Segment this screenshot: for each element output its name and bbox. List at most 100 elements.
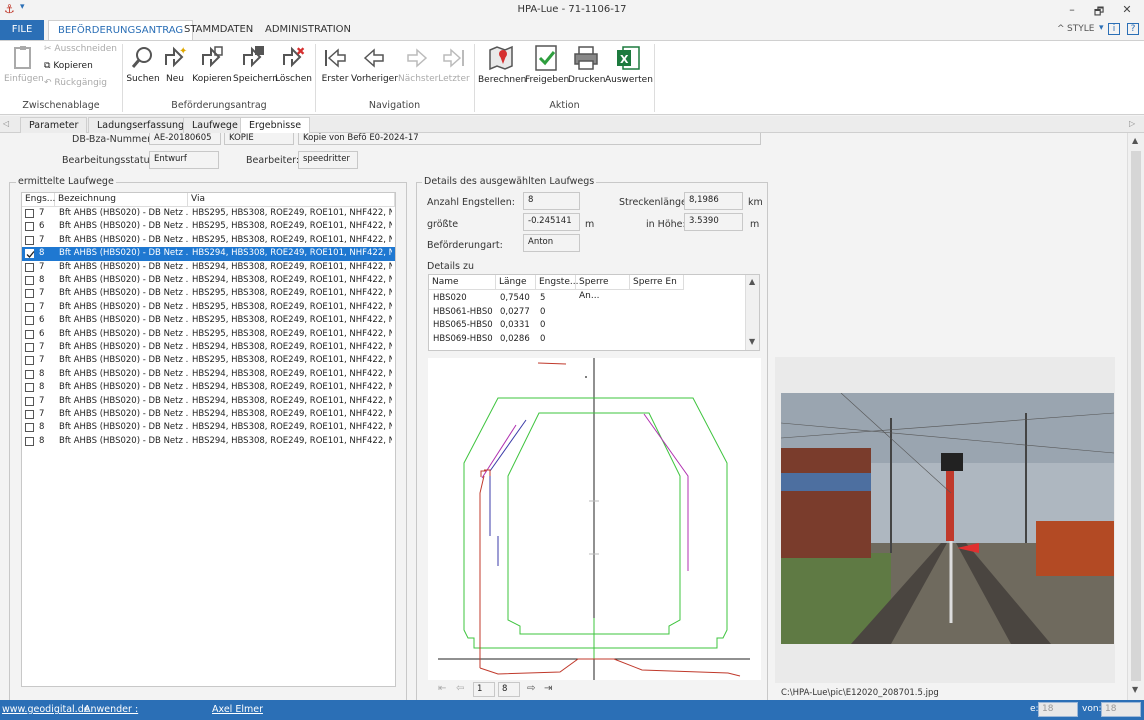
column-header-sperre-an[interactable]: Sperre An... — [576, 275, 630, 301]
table-row[interactable]: 8 Bft AHBS (HBS020) - DB Netz ... HBS294, … — [22, 274, 395, 287]
print-button[interactable]: Drucken — [568, 44, 605, 85]
details-scrollbar[interactable]: ▲ ▼ — [745, 275, 759, 350]
table-row[interactable]: 8 Bft AHBS (HBS020) - DB Netz ... HBS294, … — [22, 381, 395, 394]
scroll-up-icon[interactable]: ▲ — [1132, 136, 1138, 145]
constrictions-table[interactable]: Name Länge Engste... Sperre An... Sperre… — [428, 274, 760, 351]
pager-next-icon[interactable]: ⇨ — [527, 683, 535, 694]
description-field[interactable]: Kopie von Befö E0-2024-17 — [298, 133, 761, 145]
table-row[interactable]: 7 Bft AHBS (HBS020) - DB Netz ... HBS294, … — [22, 395, 395, 408]
table-row[interactable]: 8 Bft AHBS (HBS020) - DB Netz ... HBS294, … — [22, 421, 395, 434]
copy-clipboard-button[interactable]: ⧉ Kopieren — [44, 61, 93, 71]
release-button[interactable]: Freigeben — [525, 44, 569, 85]
column-header-sperre-en[interactable]: Sperre En — [630, 275, 684, 290]
route-checkbox[interactable] — [25, 356, 34, 366]
pager-current-field[interactable]: 1 — [473, 682, 495, 697]
tabs-scroll-right-icon[interactable]: ▷ — [1129, 119, 1135, 128]
table-row[interactable]: HBS069-HBS0 0,0286 0 — [429, 333, 745, 347]
first-button[interactable]: Erster — [320, 45, 350, 84]
table-row[interactable]: HBS020 0,7540 5 — [429, 292, 745, 306]
count-field[interactable]: 8 — [523, 192, 580, 210]
table-row[interactable]: 6 Bft AHBS (HBS020) - DB Netz ... HBS295, … — [22, 328, 395, 341]
routes-table[interactable]: Engs... Bezeichnung Via 7 Bft AHBS (HBS02… — [21, 192, 396, 687]
route-checkbox[interactable] — [25, 262, 34, 272]
pager-last-icon[interactable]: ⇥ — [544, 683, 552, 694]
table-row[interactable]: 7 Bft AHBS (HBS020) - DB Netz ... HBS295, … — [22, 207, 395, 220]
status-field[interactable]: Entwurf — [149, 151, 219, 169]
cut-button[interactable]: ✂ Ausschneiden — [44, 44, 117, 54]
table-row[interactable]: 7 Bft AHBS (HBS020) - DB Netz ... HBS295, … — [22, 287, 395, 300]
search-button[interactable]: Suchen — [126, 45, 160, 84]
scroll-up-icon[interactable]: ▲ — [749, 277, 755, 286]
route-checkbox[interactable] — [25, 276, 34, 285]
subtab-laufwege[interactable]: Laufwege — [183, 117, 247, 133]
subtab-ladungserfassung[interactable]: Ladungserfassung — [88, 117, 194, 133]
evaluate-button[interactable]: X Auswerten — [605, 44, 653, 85]
table-row[interactable]: 7 Bft AHBS (HBS020) - DB Netz ... HBS294, … — [22, 261, 395, 274]
table-row[interactable]: 8 Bft AHBS (HBS020) - DB Netz ... HBS294, … — [22, 247, 395, 261]
help-icon[interactable]: ? — [1127, 23, 1139, 35]
table-row[interactable]: 7 Bft AHBS (HBS020) - DB Netz ... HBS295, … — [22, 354, 395, 367]
route-checkbox[interactable] — [25, 302, 34, 312]
column-header-engste[interactable]: Engste... — [536, 275, 578, 290]
new-button[interactable]: ✦ Neu — [162, 45, 188, 84]
paste-button[interactable]: Einfügen — [4, 45, 44, 84]
table-row[interactable]: 7 Bft AHBS (HBS020) - DB Netz ... HBS295, … — [22, 301, 395, 314]
column-header-via[interactable]: Via — [188, 193, 395, 207]
user-name[interactable]: Axel Elmer — [212, 704, 263, 715]
table-row[interactable]: HBS061-HBS0 0,0277 0 — [429, 306, 745, 320]
route-checkbox[interactable] — [25, 329, 34, 339]
save-button[interactable]: Speichern — [233, 45, 278, 84]
tab-administration[interactable]: ADMINISTRATION — [256, 20, 360, 40]
pager-prev-icon[interactable]: ⇦ — [456, 683, 464, 694]
previous-button[interactable]: Vorheriger — [351, 45, 398, 84]
table-row[interactable]: HBS065-HBS0 0,0331 0 — [429, 319, 745, 333]
route-checkbox[interactable] — [25, 423, 34, 433]
tab-befoerderungsantrag[interactable]: BEFÖRDERUNGSANTRAG — [48, 20, 194, 40]
db-nr-field[interactable]: AE-20180605 — [149, 133, 221, 145]
tabs-scroll-left-icon[interactable]: ◁ — [3, 119, 9, 128]
route-checkbox[interactable] — [25, 369, 34, 379]
max-field[interactable]: -0.245141 — [523, 213, 580, 231]
tab-stammdaten[interactable]: STAMMDATEN — [175, 20, 262, 40]
column-header-name[interactable]: Name — [429, 275, 496, 290]
table-row[interactable]: 6 Bft AHBS (HBS020) - DB Netz ... HBS295, … — [22, 220, 395, 233]
collapse-ribbon-icon[interactable]: ^ — [1057, 24, 1065, 34]
copy-order-button[interactable]: Kopieren — [191, 45, 233, 84]
height-field[interactable]: 3.5390 — [684, 213, 743, 231]
route-checkbox[interactable] — [25, 343, 34, 352]
table-row[interactable]: 7 Bft AHBS (HBS020) - DB Netz ... HBS294, … — [22, 341, 395, 354]
copy-flag-field[interactable]: KOPIE — [224, 133, 294, 145]
pager-first-icon[interactable]: ⇤ — [438, 683, 446, 694]
editor-field[interactable]: speedritter — [298, 151, 358, 169]
route-checkbox[interactable] — [25, 289, 34, 299]
scroll-down-icon[interactable]: ▼ — [749, 337, 755, 346]
route-checkbox[interactable] — [25, 222, 34, 232]
route-checkbox[interactable] — [25, 316, 34, 326]
website-link[interactable]: www.geodigital.de — [2, 704, 90, 715]
column-header-laenge[interactable]: Länge — [496, 275, 536, 290]
table-row[interactable]: 7 Bft AHBS (HBS020) - DB Netz ... HBS294, … — [22, 408, 395, 421]
undo-button[interactable]: ↶ Rückgängig — [44, 78, 107, 88]
main-scrollbar[interactable]: ▲ ▼ — [1127, 133, 1144, 700]
table-row[interactable]: 7 Bft AHBS (HBS020) - DB Netz ... HBS295, … — [22, 234, 395, 247]
route-checkbox[interactable] — [25, 410, 34, 419]
subtab-ergebnisse[interactable]: Ergebnisse — [240, 117, 311, 133]
calculate-button[interactable]: Berechnen — [478, 44, 526, 85]
table-row[interactable]: 8 Bft AHBS (HBS020) - DB Netz ... HBS294, … — [22, 368, 395, 381]
type-field[interactable]: Anton — [523, 234, 580, 252]
style-menu[interactable]: STYLE — [1067, 24, 1094, 34]
scroll-thumb[interactable] — [1131, 151, 1141, 681]
style-dropdown-icon[interactable]: ▾ — [1099, 23, 1104, 33]
route-checkbox[interactable] — [25, 235, 34, 245]
close-button[interactable]: ✕ — [1118, 3, 1136, 16]
subtab-parameter[interactable]: Parameter — [20, 117, 88, 133]
tab-file[interactable]: FILE — [0, 20, 44, 40]
scroll-down-icon[interactable]: ▼ — [1132, 685, 1138, 694]
route-checkbox[interactable] — [25, 436, 34, 446]
column-header-bezeichnung[interactable]: Bezeichnung — [55, 193, 188, 207]
table-row[interactable]: 6 Bft AHBS (HBS020) - DB Netz ... HBS295, … — [22, 314, 395, 327]
minimize-button[interactable]: – — [1063, 3, 1081, 16]
column-header-engstellen[interactable]: Engs... — [22, 193, 55, 207]
table-row[interactable]: 8 Bft AHBS (HBS020) - DB Netz ... HBS294, … — [22, 435, 395, 448]
info-icon[interactable]: i — [1108, 23, 1120, 35]
